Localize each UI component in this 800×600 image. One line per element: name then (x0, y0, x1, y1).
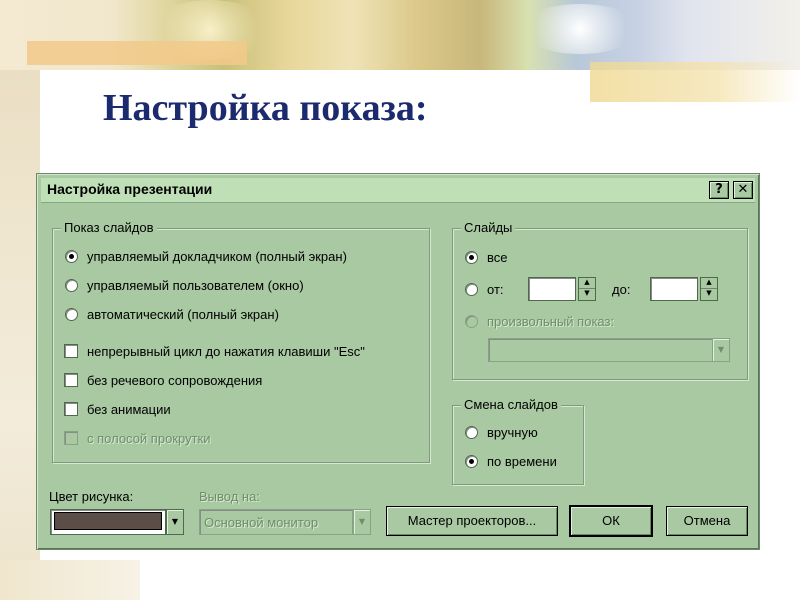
banner-accent-bar (27, 41, 247, 65)
custom-show-select (488, 338, 714, 362)
ok-button[interactable]: ОК (569, 505, 653, 537)
no-animation-label[interactable]: без анимации (87, 402, 171, 417)
help-button[interactable]: ? (709, 181, 729, 199)
projector-wizard-button[interactable]: Мастер проекторов... (386, 506, 558, 536)
output-label: Вывод на: (199, 489, 260, 504)
timings-radio[interactable] (465, 455, 478, 468)
scrollbar-checkbox (64, 431, 78, 445)
spin-down-icon[interactable]: ▼ (701, 289, 717, 300)
to-label[interactable]: до: (612, 282, 630, 297)
presenter-label[interactable]: управляемый докладчиком (полный экран) (87, 249, 347, 264)
timings-label[interactable]: по времени (487, 454, 557, 469)
advance-slides-legend: Смена слайдов (461, 397, 561, 412)
all-slides-label[interactable]: все (487, 250, 508, 265)
advance-slides-group: Смена слайдов (452, 397, 584, 485)
slide-title: Настройка показа: (103, 87, 428, 129)
banner-highlight (520, 4, 640, 54)
all-slides-radio[interactable] (465, 251, 478, 264)
from-input[interactable] (528, 277, 576, 301)
kiosk-radio[interactable] (65, 308, 78, 321)
kiosk-label[interactable]: автоматический (полный экран) (87, 307, 279, 322)
presenter-radio[interactable] (65, 250, 78, 263)
no-narration-label[interactable]: без речевого сопровождения (87, 373, 262, 388)
loop-checkbox[interactable] (64, 344, 78, 358)
spin-down-icon[interactable]: ▼ (579, 289, 595, 300)
dialog-title: Настройка презентации (47, 181, 213, 197)
output-value: Основной монитор (204, 515, 319, 530)
slide-corner-decoration (0, 560, 140, 600)
from-spinner[interactable]: ▲ ▼ (578, 277, 596, 301)
cancel-button[interactable]: Отмена (666, 506, 748, 536)
pen-color-label: Цвет рисунка: (49, 489, 134, 504)
output-select: Основной монитор (199, 509, 353, 535)
slides-legend: Слайды (461, 220, 516, 235)
to-spinner[interactable]: ▲ ▼ (700, 277, 718, 301)
individual-label[interactable]: управляемый пользователем (окно) (87, 278, 304, 293)
spin-up-icon[interactable]: ▲ (579, 278, 595, 289)
chevron-down-icon: ▼ (712, 338, 730, 362)
no-animation-checkbox[interactable] (64, 402, 78, 416)
manual-radio[interactable] (465, 426, 478, 439)
chevron-down-icon[interactable]: ▼ (166, 509, 184, 535)
manual-label[interactable]: вручную (487, 425, 538, 440)
no-narration-checkbox[interactable] (64, 373, 78, 387)
dialog-titlebar[interactable]: Настройка презентации ? ✕ (41, 178, 755, 203)
to-input[interactable] (650, 277, 698, 301)
slide-left-border (0, 0, 40, 600)
spin-up-icon[interactable]: ▲ (701, 278, 717, 289)
from-label[interactable]: от: (487, 282, 504, 297)
scrollbar-label: с полосой прокрутки (87, 431, 211, 446)
custom-show-label: произвольный показ: (487, 314, 615, 329)
pen-color-swatch (54, 512, 162, 530)
individual-radio[interactable] (65, 279, 78, 292)
from-radio[interactable] (465, 283, 478, 296)
show-type-legend: Показ слайдов (61, 220, 157, 235)
custom-show-radio (465, 315, 478, 328)
close-icon[interactable]: ✕ (733, 181, 753, 199)
chevron-down-icon: ▼ (353, 509, 371, 535)
loop-label[interactable]: непрерывный цикл до нажатия клавиши "Esc… (87, 344, 365, 359)
banner-leaf-strip (590, 62, 800, 102)
